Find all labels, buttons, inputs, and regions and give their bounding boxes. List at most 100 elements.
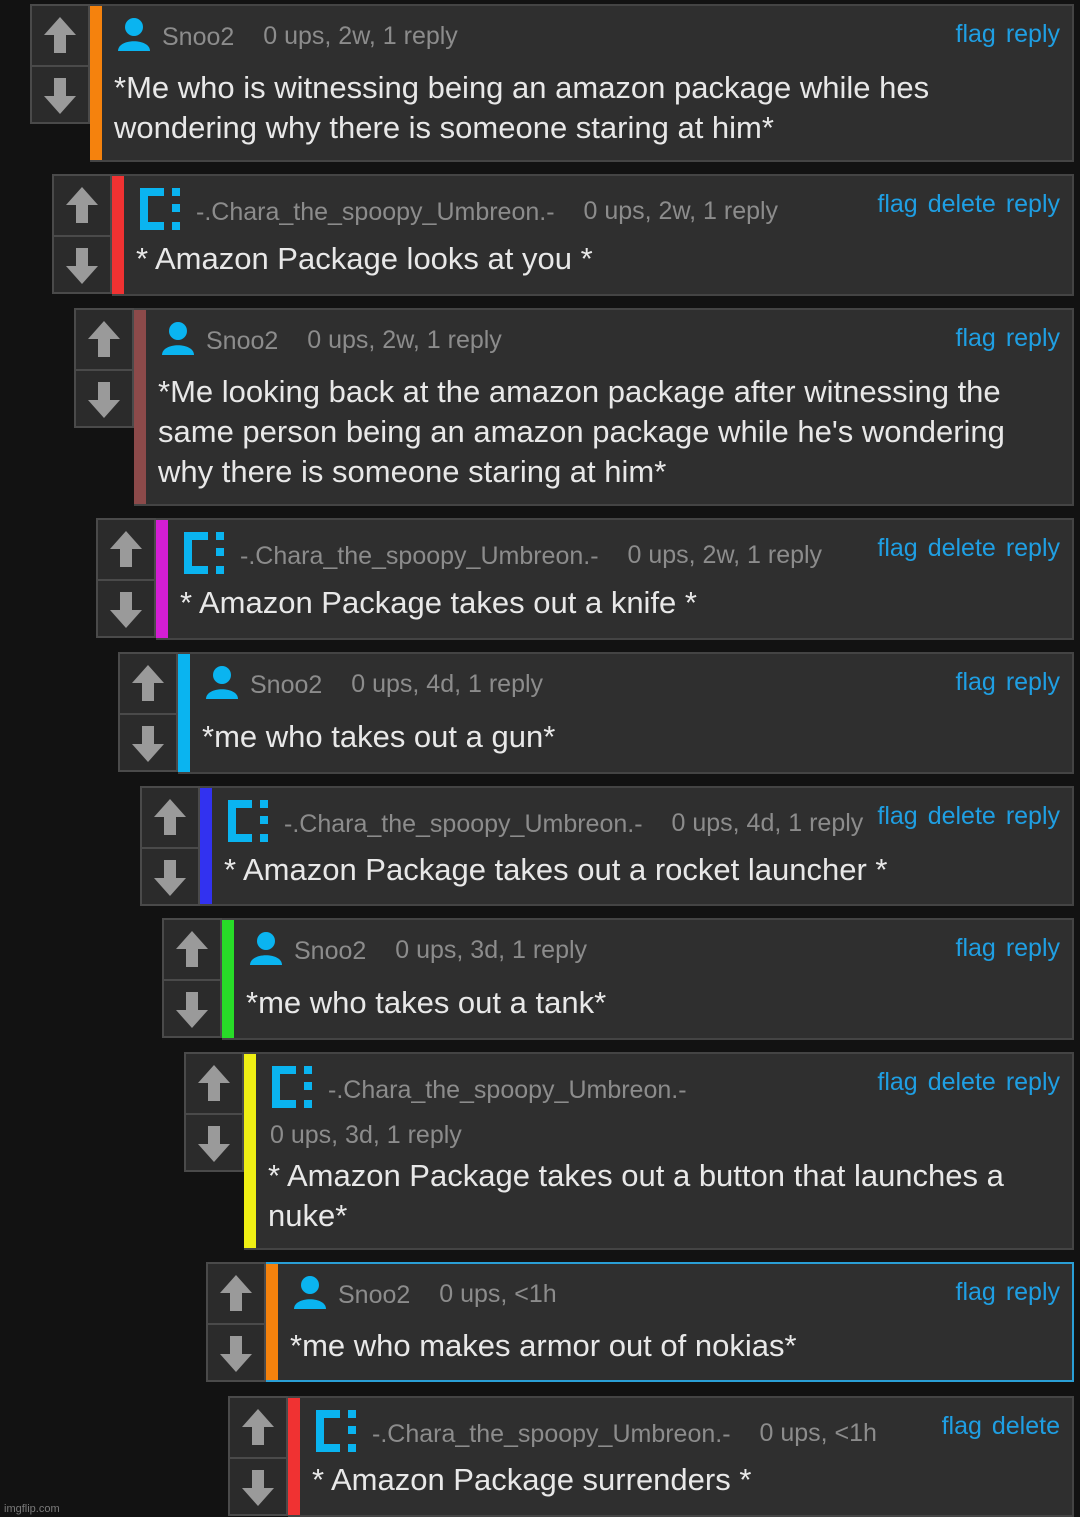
comment-body: Snoo2 0 ups, <1h flag reply *me who makes… (266, 1262, 1074, 1382)
reply-link[interactable]: reply (1006, 1278, 1060, 1306)
user-info[interactable]: Snoo2 (116, 16, 234, 59)
username[interactable]: -.Chara_the_spoopy_Umbreon.- (240, 542, 599, 571)
comment-text: * Amazon Package takes out a rocket laun… (224, 852, 888, 887)
delete-link[interactable]: delete (928, 802, 996, 830)
flag-link[interactable]: flag (942, 1412, 982, 1440)
upvote-arrow-icon[interactable] (186, 1054, 242, 1111)
thread-color-bar (266, 1264, 278, 1380)
flag-link[interactable]: flag (956, 1278, 996, 1306)
bracket-avatar-icon (182, 530, 240, 583)
reply-link[interactable]: reply (1006, 20, 1060, 48)
downvote-arrow-icon[interactable] (120, 713, 176, 772)
comment-text: *Me who is witnessing being an amazon pa… (114, 70, 930, 145)
downvote-arrow-icon[interactable] (164, 979, 220, 1038)
username[interactable]: -.Chara_the_spoopy_Umbreon.- (328, 1076, 687, 1105)
reply-link[interactable]: reply (1006, 190, 1060, 218)
thread-color-bar (178, 654, 190, 772)
upvote-arrow-icon[interactable] (164, 920, 220, 977)
downvote-arrow-icon[interactable] (76, 369, 132, 428)
user-info[interactable]: -.Chara_the_spoopy_Umbreon.- (270, 1064, 687, 1117)
thread-color-bar (222, 920, 234, 1038)
user-info[interactable]: -.Chara_the_spoopy_Umbreon.- (138, 186, 555, 239)
delete-link[interactable]: delete (992, 1412, 1060, 1440)
downvote-arrow-icon[interactable] (230, 1457, 286, 1516)
comment-body: -.Chara_the_spoopy_Umbreon.- 0 ups, <1h … (288, 1396, 1074, 1517)
user-info[interactable]: -.Chara_the_spoopy_Umbreon.- (314, 1408, 731, 1461)
thread-color-bar (288, 1398, 300, 1515)
user-info[interactable]: Snoo2 (248, 930, 366, 973)
bracket-avatar-icon (314, 1408, 372, 1461)
user-info[interactable]: Snoo2 (292, 1274, 410, 1317)
username[interactable]: Snoo2 (162, 23, 234, 52)
downvote-arrow-icon[interactable] (186, 1113, 242, 1172)
comment-body: -.Chara_the_spoopy_Umbreon.- flag delete r… (244, 1052, 1074, 1250)
flag-link[interactable]: flag (877, 802, 917, 830)
comment-actions: flag delete reply (867, 802, 1060, 831)
comment-header: Snoo2 0 ups, 4d, 1 reply flag reply (204, 664, 1060, 704)
comment-body: -.Chara_the_spoopy_Umbreon.- 0 ups, 2w, … (156, 518, 1074, 640)
username[interactable]: -.Chara_the_spoopy_Umbreon.- (284, 810, 643, 839)
flag-link[interactable]: flag (956, 324, 996, 352)
comment-header: Snoo2 0 ups, <1h flag reply (292, 1274, 1060, 1314)
username[interactable]: Snoo2 (338, 1281, 410, 1310)
upvote-arrow-icon[interactable] (98, 520, 154, 577)
comment-header: Snoo2 0 ups, 3d, 1 reply flag reply (248, 930, 1060, 970)
downvote-arrow-icon[interactable] (142, 847, 198, 906)
flag-link[interactable]: flag (877, 1068, 917, 1096)
username[interactable]: Snoo2 (250, 671, 322, 700)
flag-link[interactable]: flag (956, 934, 996, 962)
comment: -.Chara_the_spoopy_Umbreon.- flag delete r… (184, 1052, 1074, 1250)
comment-actions: flag reply (946, 20, 1061, 49)
upvote-arrow-icon[interactable] (120, 654, 176, 711)
comment-actions: flag delete reply (867, 190, 1060, 219)
user-info[interactable]: Snoo2 (160, 320, 278, 363)
watermark: imgflip.com (4, 1503, 60, 1515)
comment-actions: flag delete reply (867, 1068, 1060, 1097)
username[interactable]: Snoo2 (206, 327, 278, 356)
thread-color-bar (134, 310, 146, 504)
reply-link[interactable]: reply (1006, 1068, 1060, 1096)
comment-text: *me who makes armor out of nokias* (290, 1328, 797, 1363)
username[interactable]: -.Chara_the_spoopy_Umbreon.- (372, 1420, 731, 1449)
downvote-arrow-icon[interactable] (54, 235, 110, 294)
downvote-arrow-icon[interactable] (208, 1323, 264, 1382)
delete-link[interactable]: delete (928, 190, 996, 218)
user-info[interactable]: -.Chara_the_spoopy_Umbreon.- (182, 530, 599, 583)
comment: Snoo2 0 ups, 2w, 1 reply flag reply *Me w… (30, 4, 1074, 162)
reply-link[interactable]: reply (1006, 534, 1060, 562)
vote-controls (96, 518, 156, 638)
upvote-arrow-icon[interactable] (32, 6, 88, 63)
comment-body: -.Chara_the_spoopy_Umbreon.- 0 ups, 2w, … (112, 174, 1074, 296)
comment-actions: flag reply (946, 934, 1061, 963)
thread-color-bar (244, 1054, 256, 1248)
delete-link[interactable]: delete (928, 534, 996, 562)
comment: Snoo2 0 ups, <1h flag reply *me who makes… (206, 1262, 1074, 1382)
flag-link[interactable]: flag (956, 20, 996, 48)
reply-link[interactable]: reply (1006, 802, 1060, 830)
user-info[interactable]: Snoo2 (204, 664, 322, 707)
downvote-arrow-icon[interactable] (98, 579, 154, 638)
upvote-arrow-icon[interactable] (208, 1264, 264, 1321)
upvote-arrow-icon[interactable] (230, 1398, 286, 1455)
bracket-avatar-icon (270, 1064, 328, 1117)
username[interactable]: -.Chara_the_spoopy_Umbreon.- (196, 198, 555, 227)
comment-actions: flag reply (946, 1278, 1061, 1307)
person-icon (248, 930, 294, 973)
reply-link[interactable]: reply (1006, 934, 1060, 962)
bracket-avatar-icon (226, 798, 284, 851)
username[interactable]: Snoo2 (294, 937, 366, 966)
downvote-arrow-icon[interactable] (32, 65, 88, 124)
user-info[interactable]: -.Chara_the_spoopy_Umbreon.- (226, 798, 643, 851)
comment-meta: 0 ups, 2w, 1 reply (307, 326, 502, 355)
reply-link[interactable]: reply (1006, 324, 1060, 352)
flag-link[interactable]: flag (877, 190, 917, 218)
reply-link[interactable]: reply (1006, 668, 1060, 696)
upvote-arrow-icon[interactable] (54, 176, 110, 233)
flag-link[interactable]: flag (956, 668, 996, 696)
flag-link[interactable]: flag (877, 534, 917, 562)
upvote-arrow-icon[interactable] (142, 788, 198, 845)
upvote-arrow-icon[interactable] (76, 310, 132, 367)
person-icon (116, 16, 162, 59)
comment-meta: 0 ups, <1h (759, 1419, 877, 1448)
delete-link[interactable]: delete (928, 1068, 996, 1096)
